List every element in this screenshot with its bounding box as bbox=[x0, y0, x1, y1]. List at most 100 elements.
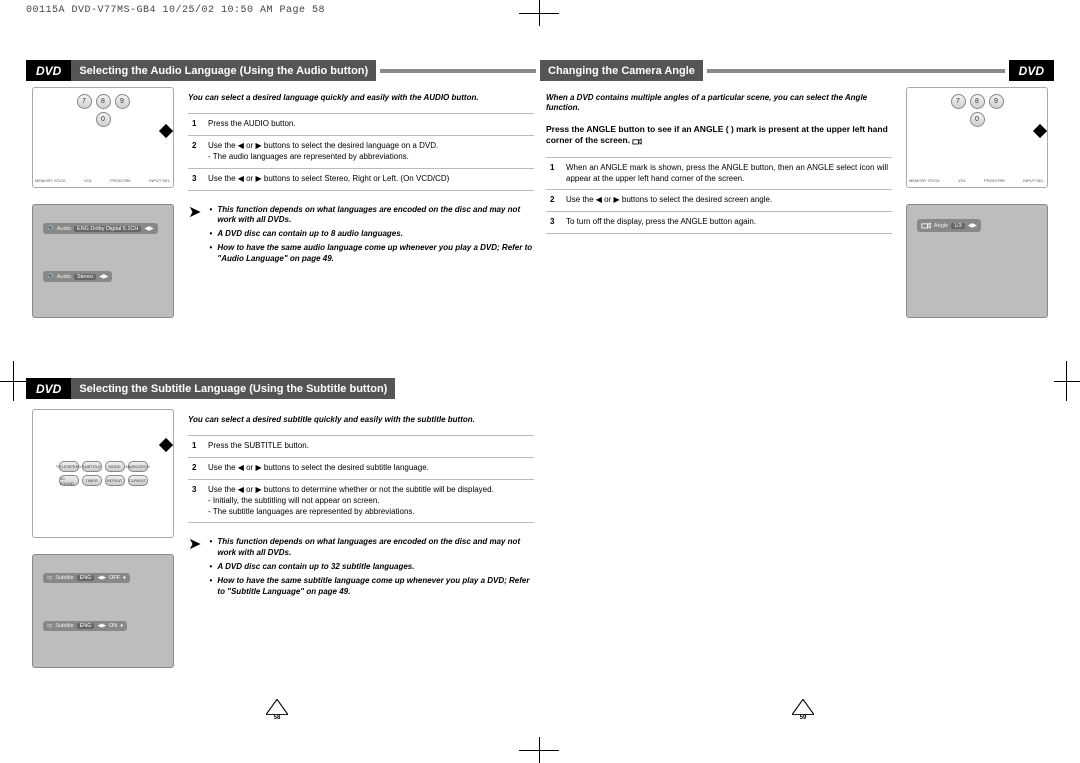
step-num: 1 bbox=[188, 436, 204, 458]
subtitle-icon: ▭ bbox=[47, 623, 52, 629]
notes-block: ➤ This function depends on what language… bbox=[188, 537, 534, 600]
crop-mark bbox=[519, 13, 559, 14]
speaker-icon: 🔊 bbox=[47, 274, 54, 280]
step-text: Use the ◀ or ▶ buttons to select Stereo,… bbox=[204, 168, 534, 190]
left-right-icon: ◀▶ bbox=[144, 225, 153, 232]
step-text: Press the AUDIO button. bbox=[204, 114, 534, 136]
pointer-icon: ➤ bbox=[188, 205, 201, 268]
crop-mark bbox=[1054, 381, 1080, 382]
speaker-icon: 🔊 bbox=[47, 226, 54, 232]
osd-bar: ▭SubtitleENG◀▶ON♦ bbox=[43, 621, 127, 631]
section-titlebar-angle: DVD Changing the Camera Angle bbox=[540, 60, 1054, 81]
up-down-icon: ♦ bbox=[120, 623, 123, 629]
section-title: Changing the Camera Angle bbox=[540, 60, 703, 81]
page-number: 58 bbox=[266, 699, 288, 721]
subtitle-icon: ▭ bbox=[47, 575, 52, 581]
remote-key: 0 bbox=[970, 112, 985, 127]
print-header: 00115A DVD-V77MS-GB4 10/25/02 10:50 AM P… bbox=[26, 5, 325, 16]
step-num: 3 bbox=[546, 212, 562, 234]
intro-text: You can select a desired subtitle quickl… bbox=[188, 415, 534, 425]
remote-label: VOL bbox=[958, 178, 966, 183]
left-right-icon: ◀▶ bbox=[97, 623, 105, 629]
crop-mark bbox=[13, 361, 14, 401]
screen-illustration: 🔊AudioENG Dolby Digital 5.1CH◀▶ 🔊AudioSt… bbox=[32, 204, 174, 318]
screen-illustration: Angle 1/3 ◀▶ bbox=[906, 204, 1048, 318]
remote-button: REPEAT bbox=[105, 475, 125, 486]
dvd-tag: DVD bbox=[26, 60, 71, 81]
step-num: 2 bbox=[188, 458, 204, 480]
remote-label: MEMORY STICK bbox=[909, 178, 940, 183]
remote-button: MODE bbox=[105, 461, 125, 472]
remote-label: INPUT SEL. bbox=[1023, 178, 1045, 183]
steps-table: 1When an ANGLE mark is shown, press the … bbox=[546, 157, 892, 234]
notes-block: ➤ This function depends on what language… bbox=[188, 205, 534, 268]
intro-text: When a DVD contains multiple angles of a… bbox=[546, 93, 892, 114]
remote-label: PROG/TRK bbox=[110, 178, 131, 183]
remote-illustration: 789 0 MEMORY STICK VOL PROG/TRK INPUT SE… bbox=[906, 87, 1048, 188]
remote-label: MEMORY STICK bbox=[35, 178, 66, 183]
remote-button: TIMER bbox=[82, 475, 102, 486]
note-item: How to have the same audio language come… bbox=[209, 243, 534, 265]
remote-illustration: 789 0 MEMORY STICK VOL PROG/TRK INPUT SE… bbox=[32, 87, 174, 188]
crop-mark bbox=[519, 750, 559, 751]
dvd-tag: DVD bbox=[26, 378, 71, 399]
remote-key: 9 bbox=[115, 94, 130, 109]
callout-arrow-icon bbox=[159, 438, 173, 452]
step-num: 3 bbox=[188, 480, 204, 523]
remote-button: SUBTITLE bbox=[82, 461, 102, 472]
step-num: 1 bbox=[188, 114, 204, 136]
section-title: Selecting the Subtitle Language (Using t… bbox=[71, 378, 395, 399]
remote-key: 0 bbox=[96, 112, 111, 127]
step-num: 2 bbox=[188, 136, 204, 169]
note-item: A DVD disc can contain up to 32 subtitle… bbox=[209, 562, 534, 573]
remote-button: 3D SOUND bbox=[59, 475, 79, 486]
step-text: Use the ◀ or ▶ buttons to select the des… bbox=[204, 136, 534, 169]
screen-illustration: ▭SubtitleENG◀▶OFF♦ ▭SubtitleENG◀▶ON♦ bbox=[32, 554, 174, 668]
section-titlebar-subtitle: DVD Selecting the Subtitle Language (Usi… bbox=[26, 378, 540, 399]
pointer-icon: ➤ bbox=[188, 537, 201, 600]
step-num: 1 bbox=[546, 157, 562, 190]
section-title: Selecting the Audio Language (Using the … bbox=[71, 60, 376, 81]
note-item: This function depends on what languages … bbox=[209, 537, 534, 559]
step-text: Use the ◀ or ▶ buttons to select the des… bbox=[562, 190, 892, 212]
remote-key: 7 bbox=[951, 94, 966, 109]
up-down-icon: ♦ bbox=[123, 575, 126, 581]
page-number: 59 bbox=[792, 699, 814, 721]
step-num: 3 bbox=[188, 168, 204, 190]
step-num: 2 bbox=[546, 190, 562, 212]
remote-key: 7 bbox=[77, 94, 92, 109]
remote-key: 9 bbox=[989, 94, 1004, 109]
crop-mark bbox=[1066, 361, 1067, 401]
remote-button: TITLE/SPEED bbox=[59, 461, 79, 472]
remote-key: 8 bbox=[970, 94, 985, 109]
remote-illustration: TITLE/SPEED SUBTITLE MODE MARK/SRCH 3D S… bbox=[32, 409, 174, 538]
title-rule bbox=[707, 69, 1005, 73]
note-item: How to have the same subtitle language c… bbox=[209, 576, 534, 598]
step-text: Use the ◀ or ▶ buttons to select the des… bbox=[204, 458, 534, 480]
section-titlebar-audio: DVD Selecting the Audio Language (Using … bbox=[26, 60, 540, 81]
step-text: Use the ◀ or ▶ buttons to determine whet… bbox=[204, 480, 534, 523]
osd-bar: 🔊AudioENG Dolby Digital 5.1CH◀▶ bbox=[43, 223, 158, 234]
osd-bar: ▭SubtitleENG◀▶OFF♦ bbox=[43, 573, 130, 583]
step-text: To turn off the display, press the ANGLE… bbox=[562, 212, 892, 234]
camera-angle-icon bbox=[921, 221, 931, 230]
left-right-icon: ◀▶ bbox=[99, 273, 108, 280]
intro-text: You can select a desired language quickl… bbox=[188, 93, 534, 103]
step-text: Press the SUBTITLE button. bbox=[204, 436, 534, 458]
osd-bar: Angle 1/3 ◀▶ bbox=[917, 219, 981, 232]
camera-angle-icon bbox=[632, 137, 642, 146]
dvd-tag: DVD bbox=[1009, 60, 1054, 81]
remote-label: VOL bbox=[84, 178, 92, 183]
remote-key: 8 bbox=[96, 94, 111, 109]
left-right-icon: ◀▶ bbox=[968, 222, 977, 229]
note-item: This function depends on what languages … bbox=[209, 205, 534, 227]
osd-bar: 🔊AudioStereo◀▶ bbox=[43, 271, 112, 282]
bold-instruction: Press the ANGLE button to see if an ANGL… bbox=[546, 124, 892, 147]
remote-button: MARK/SRCH bbox=[128, 461, 148, 472]
steps-table: 1Press the AUDIO button. 2Use the ◀ or ▶… bbox=[188, 113, 534, 190]
remote-button: CLR/RST bbox=[128, 475, 148, 486]
title-rule bbox=[380, 69, 536, 73]
steps-table: 1Press the SUBTITLE button. 2Use the ◀ o… bbox=[188, 435, 534, 523]
note-item: A DVD disc can contain up to 8 audio lan… bbox=[209, 229, 534, 240]
remote-label: INPUT SEL. bbox=[149, 178, 171, 183]
